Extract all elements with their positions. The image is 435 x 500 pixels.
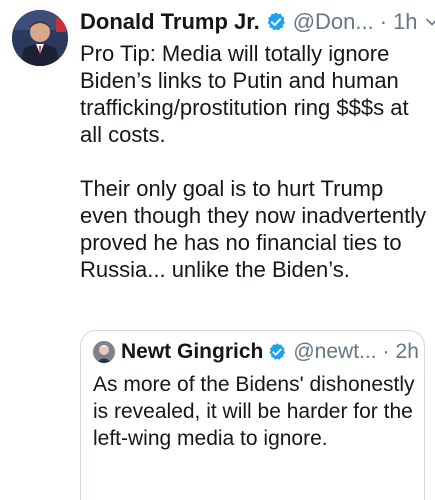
author-avatar-image xyxy=(12,10,68,66)
tweet-text-paragraph: Pro Tip: Media will totally ignore Biden… xyxy=(80,41,409,147)
quoted-tweet-text: As more of the Bidens' dishonestly is re… xyxy=(93,373,415,450)
tweet[interactable]: Donald Trump Jr. @Don... · 1h Pro Tip: M… xyxy=(0,0,435,500)
tweet-header: Donald Trump Jr. @Don... · 1h xyxy=(80,8,435,36)
quoted-tweet-timestamp[interactable]: 2h xyxy=(396,340,419,364)
author-avatar[interactable] xyxy=(12,10,68,66)
separator-dot: · xyxy=(379,9,388,34)
chevron-down-icon[interactable] xyxy=(424,14,435,30)
quoted-tweet-header: Newt Gingrich @newt... · 2h xyxy=(93,339,419,365)
quoted-author-name[interactable]: Newt Gingrich xyxy=(121,340,263,364)
author-name[interactable]: Donald Trump Jr. xyxy=(80,9,260,35)
author-handle[interactable]: @Don... xyxy=(293,9,374,35)
verified-badge-icon xyxy=(269,343,286,360)
quoted-tweet[interactable]: Newt Gingrich @newt... · 2h As more of t… xyxy=(80,330,425,500)
quoted-author-handle[interactable]: @newt... xyxy=(293,340,376,364)
verified-badge-icon xyxy=(267,12,285,31)
quoted-author-avatar-image xyxy=(93,341,115,363)
separator-dot: · xyxy=(382,340,390,363)
quoted-author-avatar xyxy=(93,341,115,363)
tweet-text: Pro Tip: Media will totally ignore Biden… xyxy=(80,40,428,283)
tweet-text-paragraph: Their only goal is to hurt Trump even th… xyxy=(80,176,427,282)
tweet-timestamp[interactable]: 1h xyxy=(393,9,417,35)
